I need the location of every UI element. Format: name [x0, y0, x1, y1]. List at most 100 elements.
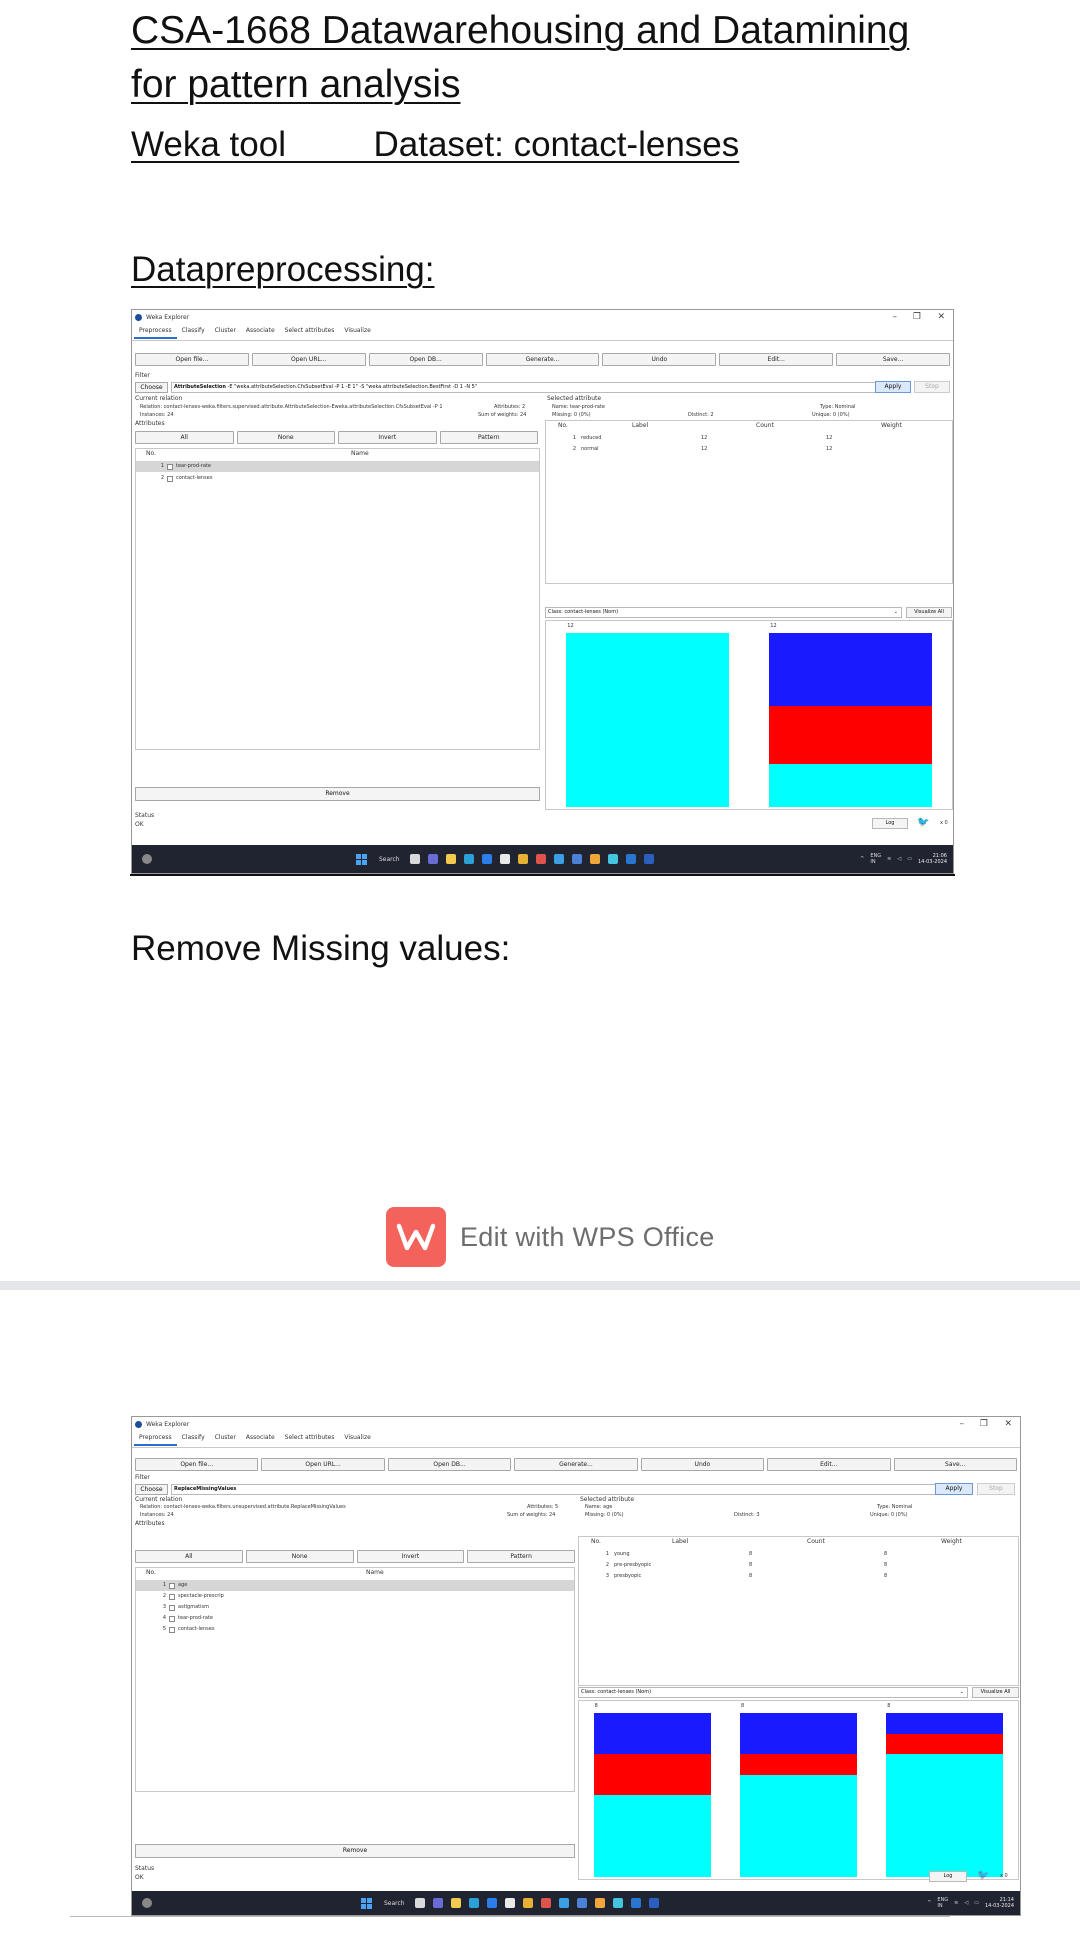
app-icon[interactable] [558, 1898, 569, 1908]
app-icon[interactable] [571, 854, 582, 864]
tab-cluster[interactable]: Cluster [210, 1433, 241, 1446]
minimize-icon[interactable]: – [893, 310, 898, 324]
restore-icon[interactable]: ❐ [913, 310, 921, 324]
save-button[interactable]: Save... [836, 353, 951, 366]
store-icon[interactable] [481, 854, 492, 864]
apply-button[interactable]: Apply [935, 1483, 973, 1495]
save-button[interactable]: Save... [893, 1458, 1017, 1471]
edge-icon[interactable] [468, 1898, 479, 1908]
apply-button[interactable]: Apply [875, 381, 911, 393]
attribute-row[interactable]: 2 spectacle-prescrip [136, 1591, 574, 1602]
visualize-all-button[interactable]: Visualize All [906, 607, 952, 618]
task-view-icon[interactable] [409, 854, 420, 864]
weka-taskbar-icon[interactable] [625, 854, 636, 864]
tab-preprocess[interactable]: Preprocess [134, 1433, 177, 1446]
edit-button[interactable]: Edit... [719, 353, 834, 366]
tab-select-attributes[interactable]: Select attributes [280, 326, 340, 339]
chevron-up-icon[interactable]: ^ [860, 856, 864, 862]
chrome-icon[interactable] [522, 1898, 533, 1908]
attribute-row[interactable]: 3 astigmatism [136, 1602, 574, 1613]
app-icon[interactable] [535, 854, 546, 864]
value-row[interactable]: 3 presbyopic 8 8 [579, 1571, 1018, 1582]
file-explorer-icon[interactable] [450, 1898, 461, 1908]
visualize-all-button[interactable]: Visualize All [972, 1687, 1019, 1698]
minimize-icon[interactable]: – [960, 1417, 965, 1431]
select-none-button[interactable]: None [245, 1550, 354, 1563]
checkbox[interactable] [169, 1626, 175, 1633]
value-row[interactable]: 2 normal 12 12 [546, 444, 952, 455]
log-button[interactable]: Log [872, 818, 908, 829]
wifi-icon[interactable]: ≋ [954, 1900, 958, 1906]
weather-icon[interactable] [142, 1898, 152, 1908]
weka-taskbar-icon[interactable] [630, 1898, 641, 1908]
tab-select-attributes[interactable]: Select attributes [280, 1433, 340, 1446]
open-db-button[interactable]: Open DB... [368, 353, 483, 366]
select-all-button[interactable]: All [135, 1550, 243, 1563]
open-url-button[interactable]: Open URL... [251, 353, 366, 366]
filter-spec-field[interactable]: AttributeSelection -E "weka.attributeSel… [171, 381, 876, 393]
chevron-up-icon[interactable]: ^ [927, 1900, 931, 1906]
battery-icon[interactable]: ▭ [907, 856, 912, 862]
clock[interactable]: 21:14 14-03-2024 [985, 1897, 1014, 1909]
select-all-button[interactable]: All [135, 431, 234, 444]
open-db-button[interactable]: Open DB... [387, 1458, 512, 1471]
tab-visualize[interactable]: Visualize [339, 1433, 375, 1446]
tab-associate[interactable]: Associate [241, 1433, 280, 1446]
choose-filter-button[interactable]: Choose [135, 1483, 168, 1495]
undo-button[interactable]: Undo [640, 1458, 765, 1471]
word-icon[interactable] [648, 1898, 659, 1908]
weather-icon[interactable] [142, 854, 152, 864]
open-file-button[interactable]: Open file... [135, 1458, 259, 1471]
chat-icon[interactable] [432, 1898, 443, 1908]
generate-button[interactable]: Generate... [514, 1458, 638, 1471]
taskbar-search[interactable]: Search [379, 856, 400, 863]
attribute-row[interactable]: 4 tear-prod-rate [136, 1613, 574, 1624]
wifi-icon[interactable]: ≋ [887, 856, 891, 862]
tab-classify[interactable]: Classify [177, 1433, 210, 1446]
word-icon[interactable] [643, 854, 654, 864]
taskbar-search[interactable]: Search [384, 1900, 405, 1907]
app-icon[interactable] [576, 1898, 587, 1908]
tab-preprocess[interactable]: Preprocess [134, 326, 177, 339]
chat-icon[interactable] [427, 854, 438, 864]
checkbox[interactable] [169, 1593, 175, 1600]
store-icon[interactable] [486, 1898, 497, 1908]
language-indicator[interactable]: ENG IN [937, 1897, 948, 1909]
battery-icon[interactable]: ▭ [974, 1900, 979, 1906]
tab-associate[interactable]: Associate [241, 326, 280, 339]
app-icon[interactable] [540, 1898, 551, 1908]
volume-icon[interactable]: ◁ [897, 856, 901, 862]
notepad-icon[interactable] [504, 1898, 515, 1908]
pattern-button[interactable]: Pattern [439, 431, 538, 444]
chrome-icon[interactable] [612, 1898, 623, 1908]
undo-button[interactable]: Undo [602, 353, 717, 366]
value-row[interactable]: 1 reduced 12 12 [546, 433, 952, 444]
restore-icon[interactable]: ❐ [980, 1417, 988, 1431]
clock[interactable]: 21:06 14-03-2024 [918, 853, 947, 865]
windows-start-icon[interactable] [356, 853, 367, 865]
chrome-icon[interactable] [517, 854, 528, 864]
open-url-button[interactable]: Open URL... [261, 1458, 385, 1471]
open-file-button[interactable]: Open file... [135, 353, 249, 366]
windows-start-icon[interactable] [361, 1897, 372, 1909]
illustrator-icon[interactable] [589, 854, 600, 864]
filter-spec-field[interactable]: ReplaceMissingValues [171, 1483, 936, 1495]
edge-icon[interactable] [463, 854, 474, 864]
invert-selection-button[interactable]: Invert [356, 1550, 465, 1563]
attribute-row[interactable]: 1 age [136, 1580, 574, 1591]
file-explorer-icon[interactable] [445, 854, 456, 864]
class-dropdown[interactable]: Class: contact-lenses (Nom) ⌄ [578, 1687, 968, 1698]
select-none-button[interactable]: None [236, 431, 335, 444]
stop-button[interactable]: Stop [977, 1483, 1015, 1495]
notepad-icon[interactable] [499, 854, 510, 864]
checkbox[interactable] [169, 1604, 175, 1611]
illustrator-icon[interactable] [594, 1898, 605, 1908]
volume-icon[interactable]: ◁ [964, 1900, 968, 1906]
attribute-row[interactable]: 5 contact-lenses [136, 1624, 574, 1635]
checkbox[interactable] [167, 475, 173, 482]
close-icon[interactable]: ✕ [1004, 1417, 1012, 1431]
checkbox[interactable] [169, 1615, 175, 1622]
tab-classify[interactable]: Classify [177, 326, 210, 339]
attribute-row[interactable]: 2 contact-lenses [136, 473, 539, 484]
stop-button[interactable]: Stop [914, 381, 950, 393]
